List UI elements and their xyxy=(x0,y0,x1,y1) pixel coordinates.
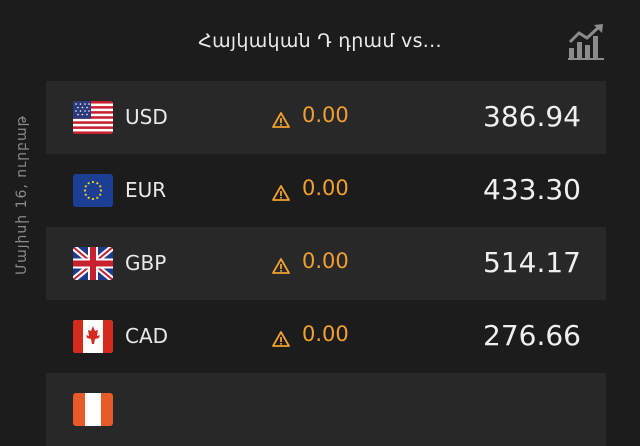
chart-icon xyxy=(568,24,604,60)
warning-icon xyxy=(272,258,290,274)
warning-icon xyxy=(272,185,290,201)
warning-icon xyxy=(272,112,290,128)
rates-list: USD 0.00 386.94 EUR 0.00 433.30 GBP 0.00… xyxy=(46,81,606,446)
rate-row-usd[interactable]: USD 0.00 386.94 xyxy=(46,81,606,154)
rate-value: 276.66 xyxy=(483,319,581,352)
eu-flag-icon xyxy=(73,174,113,207)
rate-row-eur[interactable]: EUR 0.00 433.30 xyxy=(46,154,606,227)
rate-row-cad[interactable]: CAD 0.00 276.66 xyxy=(46,300,606,373)
rate-value: 386.94 xyxy=(483,100,581,133)
date-text: Մայիսի 16, ուրբաթ xyxy=(14,115,31,275)
uk-flag-icon xyxy=(73,247,113,280)
currency-code: USD xyxy=(125,105,168,129)
rate-value: 433.30 xyxy=(483,173,581,206)
chart-button[interactable] xyxy=(566,22,606,60)
change-value: 0.00 xyxy=(302,103,349,127)
currency-code: EUR xyxy=(125,178,167,202)
currency-code: GBP xyxy=(125,251,167,275)
date-label: Մայիսի 16, ուրբաթ xyxy=(8,95,36,295)
rate-value: 514.17 xyxy=(483,246,581,279)
change-value: 0.00 xyxy=(302,249,349,273)
rate-row-partial[interactable] xyxy=(46,373,606,446)
us-flag-icon xyxy=(73,101,113,134)
change-value: 0.00 xyxy=(302,322,349,346)
canada-flag-icon xyxy=(73,320,113,353)
flag-icon xyxy=(73,393,113,426)
page-title: Հայկական Դ դրամ vs... xyxy=(198,30,442,52)
warning-icon xyxy=(272,331,290,347)
rate-row-gbp[interactable]: GBP 0.00 514.17 xyxy=(46,227,606,300)
change-value: 0.00 xyxy=(302,176,349,200)
currency-code: CAD xyxy=(125,324,169,348)
